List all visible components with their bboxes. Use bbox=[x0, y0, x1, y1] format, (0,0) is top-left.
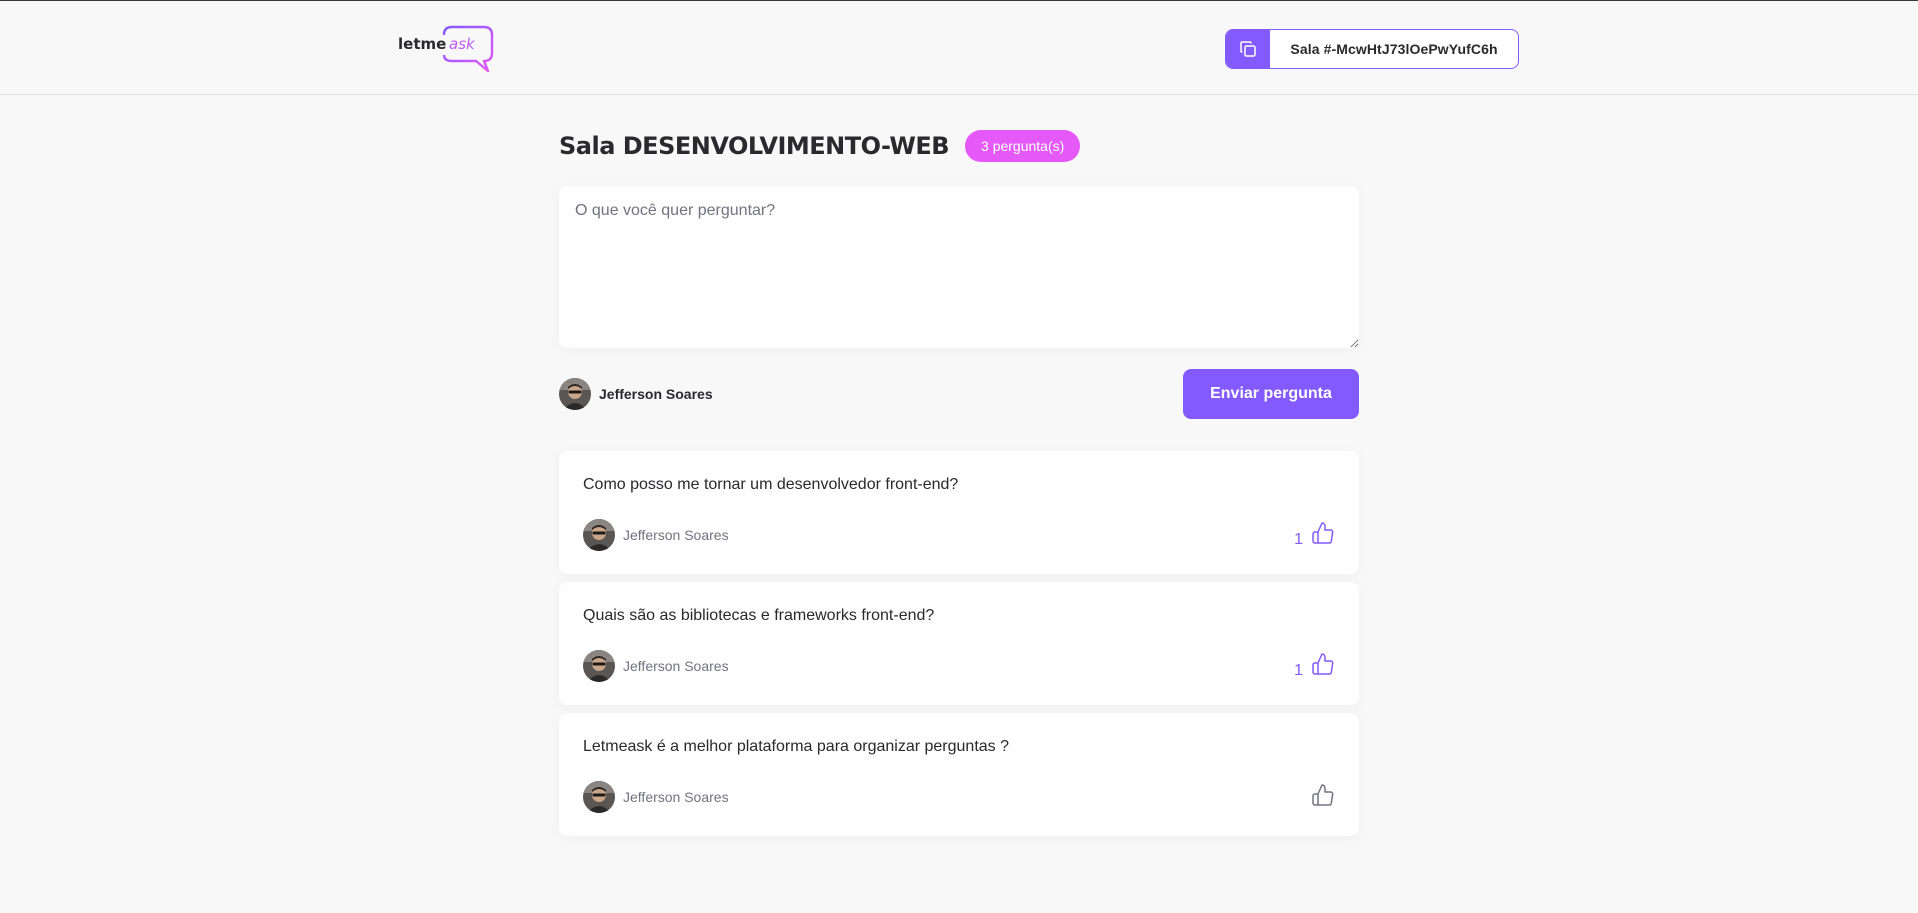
question-card: Como posso me tornar um desenvolvedor fr… bbox=[559, 451, 1359, 574]
question-form: Jefferson Soares Enviar pergunta bbox=[559, 186, 1359, 419]
room-code-label: Sala #-McwHtJ73lOePwYufC6h bbox=[1290, 41, 1498, 57]
question-count-badge: 3 pergunta(s) bbox=[965, 130, 1081, 162]
like-button[interactable] bbox=[1303, 783, 1335, 812]
like-button[interactable]: 1 bbox=[1294, 652, 1335, 681]
author-avatar bbox=[583, 650, 615, 682]
user-avatar bbox=[559, 378, 591, 410]
copy-icon[interactable] bbox=[1226, 30, 1270, 68]
page-header: letme ask Sala #-McwHtJ73lOePwYufC6h bbox=[0, 1, 1918, 95]
room-title: Sala DESENVOLVIMENTO-WEB bbox=[559, 132, 950, 160]
main-content: Sala DESENVOLVIMENTO-WEB 3 pergunta(s) J… bbox=[559, 126, 1359, 844]
current-user: Jefferson Soares bbox=[559, 378, 713, 410]
room-code-button[interactable]: Sala #-McwHtJ73lOePwYufC6h bbox=[1225, 29, 1519, 69]
author-name: Jefferson Soares bbox=[623, 527, 729, 543]
question-footer: Jefferson Soares 1 bbox=[583, 650, 1335, 682]
question-card: Letmeask é a melhor plataforma para orga… bbox=[559, 713, 1359, 836]
author-avatar bbox=[583, 781, 615, 813]
author-avatar bbox=[583, 519, 615, 551]
like-count: 1 bbox=[1294, 530, 1303, 548]
question-author: Jefferson Soares bbox=[583, 650, 729, 682]
thumbs-up-icon bbox=[1311, 783, 1335, 812]
question-footer: Jefferson Soares bbox=[583, 781, 1335, 813]
author-name: Jefferson Soares bbox=[623, 789, 729, 805]
user-name: Jefferson Soares bbox=[599, 386, 713, 402]
like-count: 1 bbox=[1294, 661, 1303, 679]
question-footer: Jefferson Soares 1 bbox=[583, 519, 1335, 551]
question-content: Letmeask é a melhor plataforma para orga… bbox=[583, 738, 1010, 755]
thumbs-up-icon bbox=[1311, 652, 1335, 681]
like-button[interactable]: 1 bbox=[1294, 521, 1335, 550]
logo-text-letme: letme bbox=[398, 35, 446, 53]
send-question-button[interactable]: Enviar pergunta bbox=[1183, 369, 1359, 419]
question-author: Jefferson Soares bbox=[583, 519, 729, 551]
question-content: Como posso me tornar um desenvolvedor fr… bbox=[583, 476, 959, 493]
form-footer: Jefferson Soares Enviar pergunta bbox=[559, 369, 1359, 419]
question-card: Quais são as bibliotecas e frameworks fr… bbox=[559, 582, 1359, 705]
thumbs-up-icon bbox=[1311, 521, 1335, 550]
author-name: Jefferson Soares bbox=[623, 658, 729, 674]
letmeask-logo[interactable]: letme ask bbox=[398, 25, 494, 73]
logo-text-ask: ask bbox=[449, 35, 476, 53]
question-author: Jefferson Soares bbox=[583, 781, 729, 813]
room-title-row: Sala DESENVOLVIMENTO-WEB 3 pergunta(s) bbox=[559, 126, 1359, 166]
question-content: Quais são as bibliotecas e frameworks fr… bbox=[583, 607, 935, 624]
question-list: Como posso me tornar um desenvolvedor fr… bbox=[559, 451, 1359, 836]
question-textarea[interactable] bbox=[559, 186, 1359, 348]
